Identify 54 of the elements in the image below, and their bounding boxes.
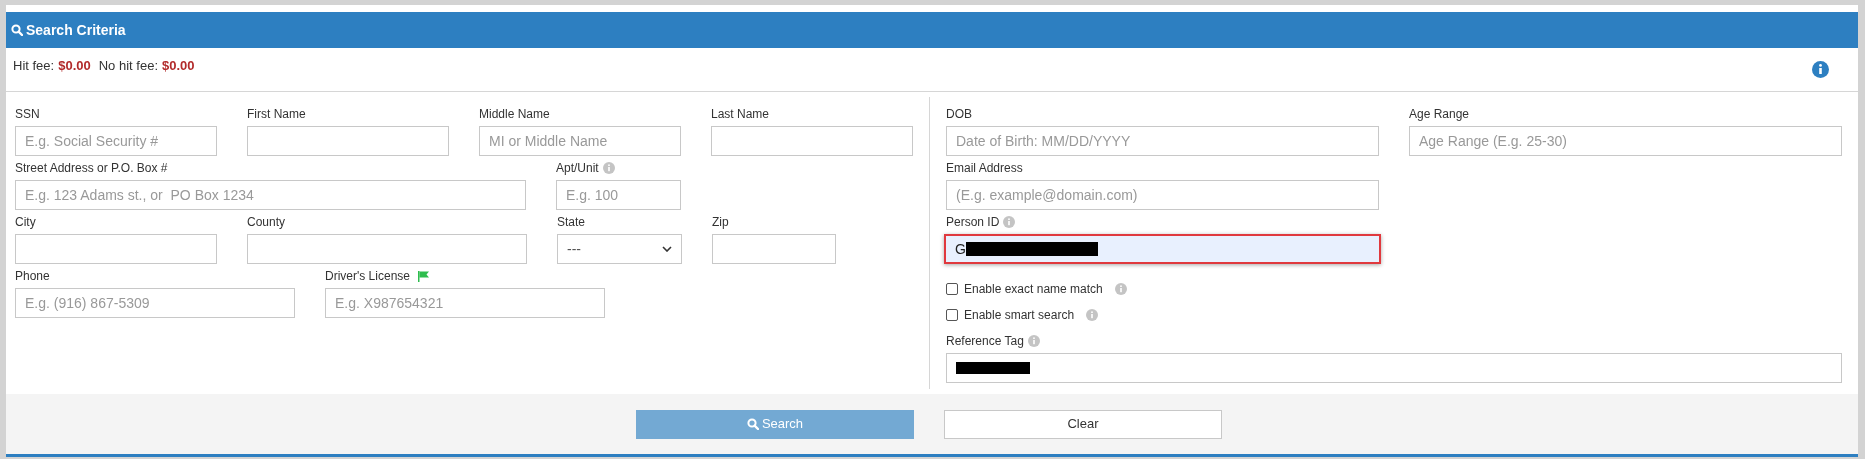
text-field[interactable]: MI or Middle Name <box>479 126 681 156</box>
panel-title: Search Criteria <box>26 20 126 40</box>
field-label: DOB <box>946 106 972 123</box>
fee-value: $0.00 <box>58 57 91 75</box>
search-icon <box>11 24 23 36</box>
text-field[interactable]: Date of Birth: MM/DD/YYYY <box>946 126 1379 156</box>
field-label: Person ID <box>946 214 1000 231</box>
field-label: Phone <box>15 268 50 285</box>
field-label: SSN <box>15 106 40 123</box>
info-icon <box>602 162 615 174</box>
chevron-down-icon <box>662 246 672 252</box>
field-label: Apt/Unit <box>556 160 599 177</box>
field-label: Age Range <box>1409 106 1470 123</box>
text-field[interactable] <box>247 126 449 156</box>
field-label: State <box>557 214 586 231</box>
text-field[interactable]: (E.g. example@domain.com) <box>946 180 1379 210</box>
checkbox-label: Enable exact name match <box>964 281 1103 298</box>
text-field[interactable] <box>247 234 527 264</box>
field-label: Email Address <box>946 160 1023 177</box>
fee-value: $0.00 <box>162 57 195 75</box>
field-label: County <box>247 214 286 231</box>
state-select[interactable]: --- <box>557 234 682 264</box>
field-label: Reference Tag <box>946 333 1024 350</box>
text-field[interactable] <box>946 353 1842 383</box>
field-label: Street Address or P.O. Box # <box>15 160 168 177</box>
field-label: Middle Name <box>479 106 550 123</box>
text-field[interactable]: E.g. (916) 867-5309 <box>15 288 295 318</box>
person-id-field[interactable]: G <box>944 234 1381 264</box>
text-field[interactable] <box>711 126 913 156</box>
field-label: City <box>15 214 36 231</box>
text-field[interactable]: E.g. Social Security # <box>15 126 217 156</box>
fee-label: Hit fee: <box>13 57 55 75</box>
field-label: First Name <box>247 106 306 123</box>
info-icon <box>1086 309 1099 321</box>
text-field[interactable]: E.g. 123 Adams st., or PO Box 1234 <box>15 180 526 210</box>
text-field[interactable]: E.g. X987654321 <box>325 288 605 318</box>
text-field[interactable]: E.g. 100 <box>556 180 681 210</box>
search-icon <box>746 418 759 430</box>
info-icon <box>1114 283 1127 295</box>
text-field[interactable] <box>712 234 836 264</box>
text-field[interactable] <box>15 234 217 264</box>
field-label: Last Name <box>711 106 770 123</box>
clear-button[interactable]: Clear <box>944 409 1222 439</box>
text-field[interactable]: Age Range (E.g. 25-30) <box>1409 126 1842 156</box>
checkbox[interactable] <box>946 309 958 321</box>
checkbox-label: Enable smart search <box>964 307 1075 324</box>
fee-label: No hit fee: <box>98 57 158 75</box>
flag-icon <box>418 270 430 282</box>
checkbox[interactable] <box>946 283 958 295</box>
info-icon[interactable] <box>1812 61 1829 78</box>
field-label: Zip <box>712 214 729 231</box>
info-icon <box>1003 216 1016 228</box>
info-icon <box>1027 335 1040 347</box>
field-label: Driver's License <box>325 268 410 285</box>
